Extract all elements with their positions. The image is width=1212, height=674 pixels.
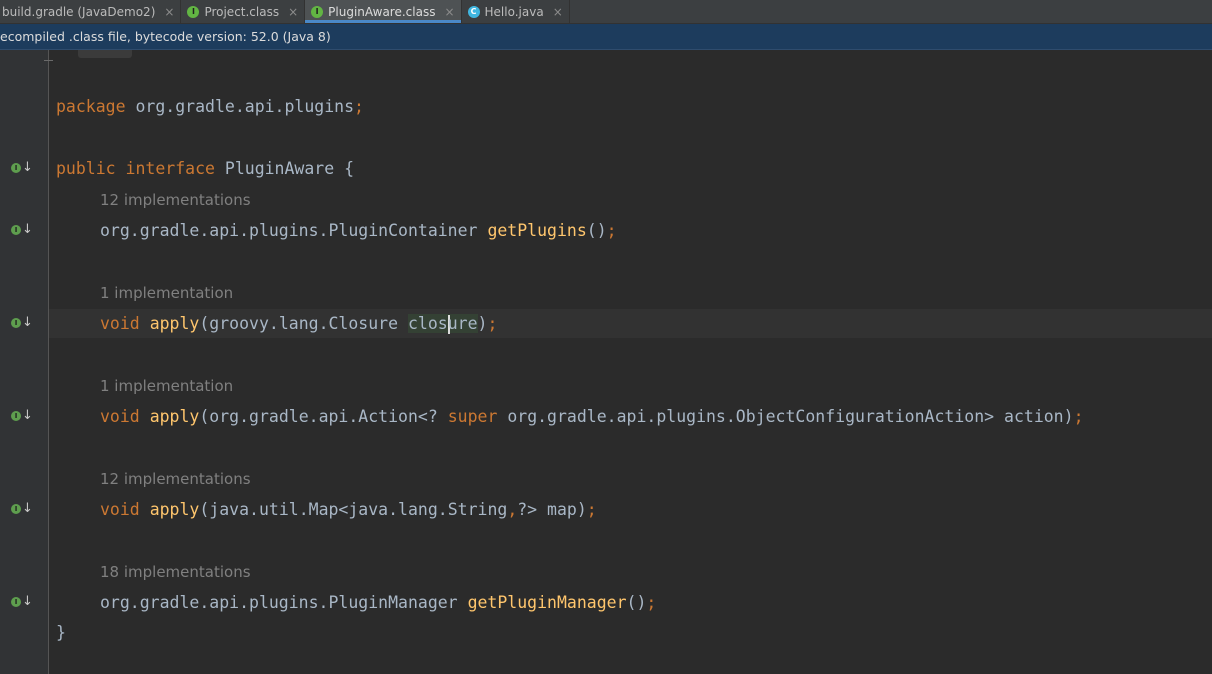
tab-label: build.gradle (JavaDemo2) — [2, 4, 156, 19]
params: (groovy.lang.Closure — [199, 314, 408, 333]
method-name: getPlugins — [487, 221, 587, 240]
implementations-hint[interactable]: 12 implementations — [100, 469, 251, 489]
decompiled-notice-banner: ecompiled .class file, bytecode version:… — [0, 24, 1212, 50]
semicolon: ; — [606, 221, 617, 240]
semicolon: ; — [646, 593, 657, 612]
keyword: super — [447, 407, 498, 426]
close-icon[interactable]: × — [164, 5, 174, 19]
arrow-down-icon: ↓ — [22, 594, 33, 609]
tab-pluginaware-class[interactable]: I PluginAware.class × — [305, 0, 462, 23]
keyword: public — [56, 159, 116, 178]
code-line-interface-decl[interactable]: public interface PluginAware { — [56, 158, 354, 180]
comma: , — [507, 500, 518, 519]
params: org.gradle.api.plugins.ObjectConfigurati… — [497, 407, 1074, 426]
interface-name: PluginAware — [224, 159, 335, 178]
java-class-icon: C — [467, 5, 480, 18]
arrow-down-icon: ↓ — [22, 501, 33, 516]
semicolon: ; — [487, 314, 498, 333]
tab-label: Hello.java — [484, 4, 544, 19]
code-line-method[interactable]: void apply(java.util.Map<java.lang.Strin… — [100, 499, 597, 521]
return-type: org.gradle.api.plugins.PluginContainer — [100, 221, 478, 240]
open-brace: { — [344, 159, 355, 178]
close-icon[interactable]: × — [288, 5, 298, 19]
method-name: getPluginManager — [467, 593, 627, 612]
keyword: void — [100, 500, 140, 519]
semicolon: ; — [1073, 407, 1084, 426]
identifier-part: ure — [447, 314, 478, 333]
tab-hello-java[interactable]: C Hello.java × — [462, 0, 570, 23]
keyword: void — [100, 407, 140, 426]
implementations-hint[interactable]: 1 implementation — [100, 283, 233, 303]
keyword: package — [56, 97, 126, 116]
code-editor[interactable]: package org.gradle.api.plugins; public i… — [0, 0, 1084, 642]
arrow-down-icon: ↓ — [22, 160, 33, 175]
identifier-part: clos — [407, 314, 448, 333]
params: () — [626, 593, 647, 612]
highlighted-identifier: closure — [407, 314, 478, 334]
implementations-hint[interactable]: 1 implementation — [100, 376, 233, 396]
tab-build-gradle[interactable]: build.gradle (JavaDemo2) × — [0, 0, 182, 23]
keyword: interface — [125, 159, 215, 178]
interface-icon: I — [187, 5, 200, 18]
keyword: void — [100, 314, 140, 333]
code-line-method[interactable]: void apply(groovy.lang.Closure closure); — [100, 313, 497, 335]
arrow-down-icon: ↓ — [22, 315, 33, 330]
implemented-gutter-icon[interactable]: I ↓ — [11, 594, 33, 610]
method-name: apply — [149, 407, 200, 426]
package-name: org.gradle.api.plugins — [135, 97, 355, 116]
fold-marker-icon[interactable] — [44, 50, 53, 61]
semicolon: ; — [354, 97, 364, 116]
params: (org.gradle.api.Action<? — [199, 407, 448, 426]
params-close: ) — [477, 314, 488, 333]
code-line-method[interactable]: org.gradle.api.plugins.PluginManager get… — [100, 592, 656, 614]
editor-tab-bar: build.gradle (JavaDemo2) × I Project.cla… — [0, 0, 1212, 24]
close-icon[interactable]: × — [553, 5, 563, 19]
gutter-divider — [48, 50, 49, 674]
implementations-hint[interactable]: 18 implementations — [100, 562, 251, 582]
interface-icon: I — [311, 5, 324, 18]
tab-label: PluginAware.class — [328, 4, 436, 19]
code-line-close-brace[interactable]: } — [56, 622, 66, 644]
close-icon[interactable]: × — [444, 5, 454, 19]
params: (java.util.Map<java.lang.String — [199, 500, 508, 519]
folded-comment-region[interactable] — [78, 50, 132, 58]
arrow-down-icon: ↓ — [22, 408, 33, 423]
params: () — [586, 221, 607, 240]
code-line-package[interactable]: package org.gradle.api.plugins; — [56, 96, 364, 118]
arrow-down-icon: ↓ — [22, 222, 33, 237]
code-line-method[interactable]: org.gradle.api.plugins.PluginContainer g… — [100, 220, 617, 242]
code-line-method[interactable]: void apply(org.gradle.api.Action<? super… — [100, 406, 1084, 428]
close-brace: } — [56, 623, 66, 642]
notice-text: ecompiled .class file, bytecode version:… — [0, 29, 331, 44]
tab-label: Project.class — [204, 4, 280, 19]
return-type: org.gradle.api.plugins.PluginManager — [100, 593, 458, 612]
implemented-dot-icon: I — [11, 597, 21, 607]
tab-project-class[interactable]: I Project.class × — [181, 0, 306, 23]
implementations-hint[interactable]: 12 implementations — [100, 190, 251, 210]
semicolon: ; — [586, 500, 597, 519]
method-name: apply — [149, 314, 200, 333]
method-name: apply — [149, 500, 200, 519]
params: ?> map) — [517, 500, 587, 519]
